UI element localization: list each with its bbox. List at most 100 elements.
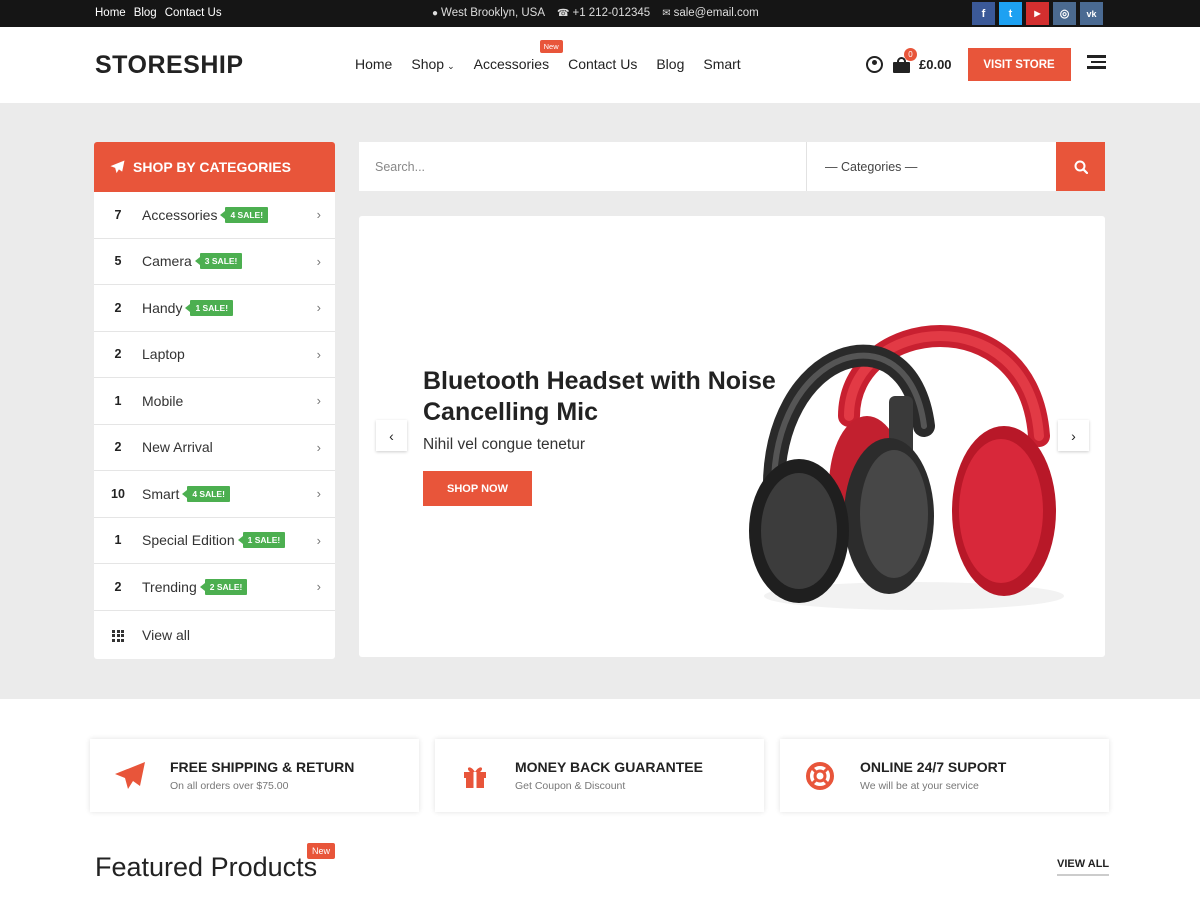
location-info: ● West Brooklyn, USA bbox=[432, 7, 545, 19]
hero-slider: Bluetooth Headset with Noise Cancelling … bbox=[359, 216, 1105, 657]
category-item-special-edition[interactable]: 1 Special Edition 1 SALE! › bbox=[94, 518, 335, 564]
category-item-accessories[interactable]: 7 Accessories 4 SALE! › bbox=[94, 192, 335, 239]
nav-blog[interactable]: Blog bbox=[656, 56, 684, 72]
category-count: 2 bbox=[114, 579, 122, 594]
top-bar: Home Blog Contact Us ● West Brooklyn, US… bbox=[0, 0, 1200, 27]
category-name: Laptop bbox=[142, 346, 185, 363]
email-text: sale@email.com bbox=[673, 7, 759, 19]
gift-icon bbox=[464, 766, 486, 788]
instagram-icon[interactable]: ◎ bbox=[1053, 2, 1076, 25]
social-links: f t ▶ ◎ vk bbox=[972, 2, 1103, 25]
category-select[interactable]: — Categories — bbox=[806, 142, 1056, 191]
category-item-smart[interactable]: 10 Smart 4 SALE! › bbox=[94, 471, 335, 518]
chevron-right-icon: › bbox=[316, 346, 321, 362]
search-bar: — Categories — bbox=[359, 142, 1105, 191]
category-count: 1 bbox=[114, 533, 122, 548]
paper-plane-icon bbox=[115, 761, 145, 789]
sale-badge: 1 SALE! bbox=[237, 532, 286, 549]
header-actions: 0 £0.00 VISIT STORE bbox=[866, 47, 1071, 81]
search-input[interactable] bbox=[359, 142, 806, 191]
chevron-right-icon: › bbox=[316, 439, 321, 455]
cart-count-badge: 0 bbox=[904, 47, 917, 61]
categories-sidebar: SHOP BY CATEGORIES 7 Accessories 4 SALE!… bbox=[94, 142, 335, 659]
categories-header: SHOP BY CATEGORIES bbox=[94, 142, 335, 192]
category-item-laptop[interactable]: 2 Laptop › bbox=[94, 332, 335, 378]
site-logo[interactable]: STORESHIP bbox=[95, 51, 244, 80]
feature-title: ONLINE 24/7 SUPORT bbox=[860, 759, 1007, 775]
contact-info: ● West Brooklyn, USA ☎ +1 212-012345 ✉ s… bbox=[432, 7, 759, 19]
category-count: 2 bbox=[114, 300, 122, 315]
twitter-icon[interactable]: t bbox=[999, 2, 1022, 25]
nav-smart[interactable]: Smart bbox=[703, 56, 740, 72]
shop-now-button[interactable]: SHOP NOW bbox=[423, 471, 532, 506]
slide-title: Bluetooth Headset with Noise Cancelling … bbox=[423, 367, 776, 426]
category-count: 10 bbox=[111, 486, 125, 501]
nav-shop[interactable]: Shop ⌄ bbox=[411, 56, 454, 72]
nav-home-label: Home bbox=[355, 56, 393, 72]
view-all-products-link[interactable]: VIEW ALL bbox=[1057, 858, 1110, 876]
feature-free-shipping: FREE SHIPPING & RETURN On all orders ove… bbox=[90, 739, 419, 812]
top-link-home[interactable]: Home bbox=[95, 7, 126, 19]
view-all-label: View all bbox=[142, 627, 190, 643]
location-text: West Brooklyn, USA bbox=[441, 7, 546, 19]
search-button[interactable] bbox=[1056, 142, 1105, 191]
chevron-right-icon: › bbox=[316, 486, 321, 502]
facebook-icon[interactable]: f bbox=[972, 2, 995, 25]
category-item-trending[interactable]: 2 Trending 2 SALE! › bbox=[94, 564, 335, 611]
feature-subtitle: We will be at your service bbox=[860, 780, 979, 792]
cart-total[interactable]: £0.00 bbox=[919, 57, 952, 72]
categories-title: SHOP BY CATEGORIES bbox=[133, 159, 291, 175]
category-name: New Arrival bbox=[142, 439, 213, 456]
menu-icon[interactable] bbox=[1087, 55, 1106, 69]
envelope-icon: ✉ bbox=[662, 7, 671, 19]
youtube-icon[interactable]: ▶ bbox=[1026, 2, 1049, 25]
life-ring-icon bbox=[806, 761, 834, 790]
nav-shop-label: Shop bbox=[411, 56, 445, 72]
sale-badge: 4 SALE! bbox=[182, 485, 230, 502]
chevron-right-icon: › bbox=[316, 300, 321, 316]
email-info: ✉ sale@email.com bbox=[662, 7, 759, 19]
top-link-contact[interactable]: Contact Us bbox=[165, 7, 222, 19]
sale-badge: 4 SALE! bbox=[220, 206, 269, 223]
slide-subtitle: Nihil vel congue tenetur bbox=[423, 436, 585, 453]
category-count: 2 bbox=[114, 440, 122, 455]
feature-subtitle: Get Coupon & Discount bbox=[515, 780, 626, 792]
category-name: Camera bbox=[142, 253, 192, 270]
new-badge: New bbox=[307, 843, 336, 859]
category-name: Mobile bbox=[142, 392, 184, 409]
sale-badge: 2 SALE! bbox=[199, 578, 248, 595]
visit-store-button[interactable]: VISIT STORE bbox=[967, 48, 1071, 81]
category-item-mobile[interactable]: 1 Mobile › bbox=[94, 378, 335, 425]
search-icon bbox=[1074, 160, 1088, 174]
feature-title: FREE SHIPPING & RETURN bbox=[170, 759, 355, 775]
grid-icon bbox=[94, 629, 142, 642]
top-link-blog[interactable]: Blog bbox=[134, 7, 157, 19]
cart-icon[interactable]: 0 bbox=[893, 47, 917, 73]
category-name: Handy bbox=[142, 299, 183, 316]
nav-accessories[interactable]: Accessories New bbox=[474, 40, 563, 72]
view-all-categories[interactable]: View all bbox=[94, 611, 335, 660]
category-item-handy[interactable]: 2 Handy 1 SALE! › bbox=[94, 285, 335, 332]
map-marker-icon: ● bbox=[432, 7, 439, 19]
phone-icon: ☎ bbox=[557, 7, 570, 19]
site-header: STORESHIP Home Shop ⌄ Accessories New Con… bbox=[0, 27, 1200, 103]
category-item-new-arrival[interactable]: 2 New Arrival › bbox=[94, 425, 335, 471]
category-name: Accessories bbox=[142, 206, 218, 223]
category-count: 2 bbox=[114, 347, 122, 362]
nav-contact-label: Contact Us bbox=[568, 56, 638, 72]
chevron-right-icon: › bbox=[316, 532, 321, 548]
top-links: Home Blog Contact Us bbox=[95, 7, 222, 19]
vk-icon[interactable]: vk bbox=[1080, 2, 1103, 25]
category-name: Special Edition bbox=[142, 532, 235, 549]
slider-prev-arrow[interactable]: ‹ bbox=[376, 420, 407, 451]
nav-contact[interactable]: Contact Us bbox=[568, 56, 637, 72]
user-account-icon[interactable] bbox=[866, 56, 883, 73]
feature-title: MONEY BACK GUARANTEE bbox=[515, 759, 703, 775]
nav-home[interactable]: Home bbox=[355, 56, 392, 72]
sale-badge: 3 SALE! bbox=[194, 253, 243, 270]
chevron-right-icon: › bbox=[316, 579, 321, 595]
category-count: 1 bbox=[114, 393, 122, 408]
nav-smart-label: Smart bbox=[703, 56, 741, 72]
chevron-down-icon: ⌄ bbox=[447, 61, 455, 71]
category-item-camera[interactable]: 5 Camera 3 SALE! › bbox=[94, 239, 335, 285]
